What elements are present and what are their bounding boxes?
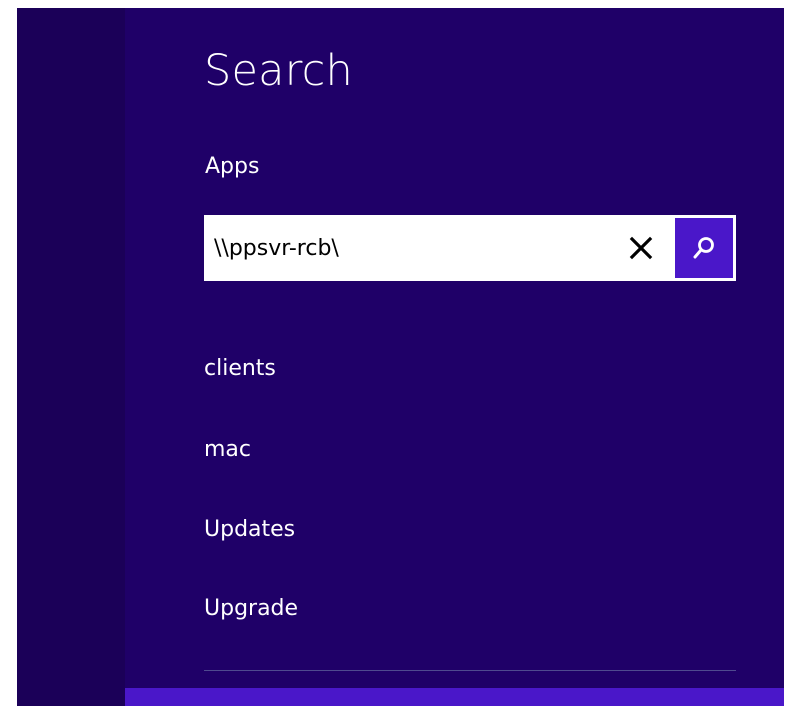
close-icon [629, 236, 653, 260]
top-edge [0, 0, 797, 8]
search-box[interactable] [204, 215, 736, 281]
search-scope[interactable]: Apps [205, 156, 259, 178]
left-strip [17, 0, 125, 706]
search-title: Search [204, 46, 353, 96]
result-mac[interactable]: mac [204, 439, 251, 461]
bottom-accent-bar [125, 688, 784, 706]
right-edge [784, 0, 797, 706]
clear-button[interactable] [622, 229, 660, 267]
results-divider [204, 670, 736, 671]
left-edge [0, 0, 17, 706]
result-upgrade[interactable]: Upgrade [204, 598, 298, 620]
result-clients[interactable]: clients [204, 358, 276, 380]
search-icon [693, 237, 714, 259]
search-pane [125, 8, 784, 688]
search-input[interactable] [214, 226, 619, 270]
result-updates[interactable]: Updates [204, 519, 295, 541]
search-button[interactable] [675, 218, 733, 278]
charm-screen: Search Apps clients mac Updates Upgrade [0, 0, 784, 706]
